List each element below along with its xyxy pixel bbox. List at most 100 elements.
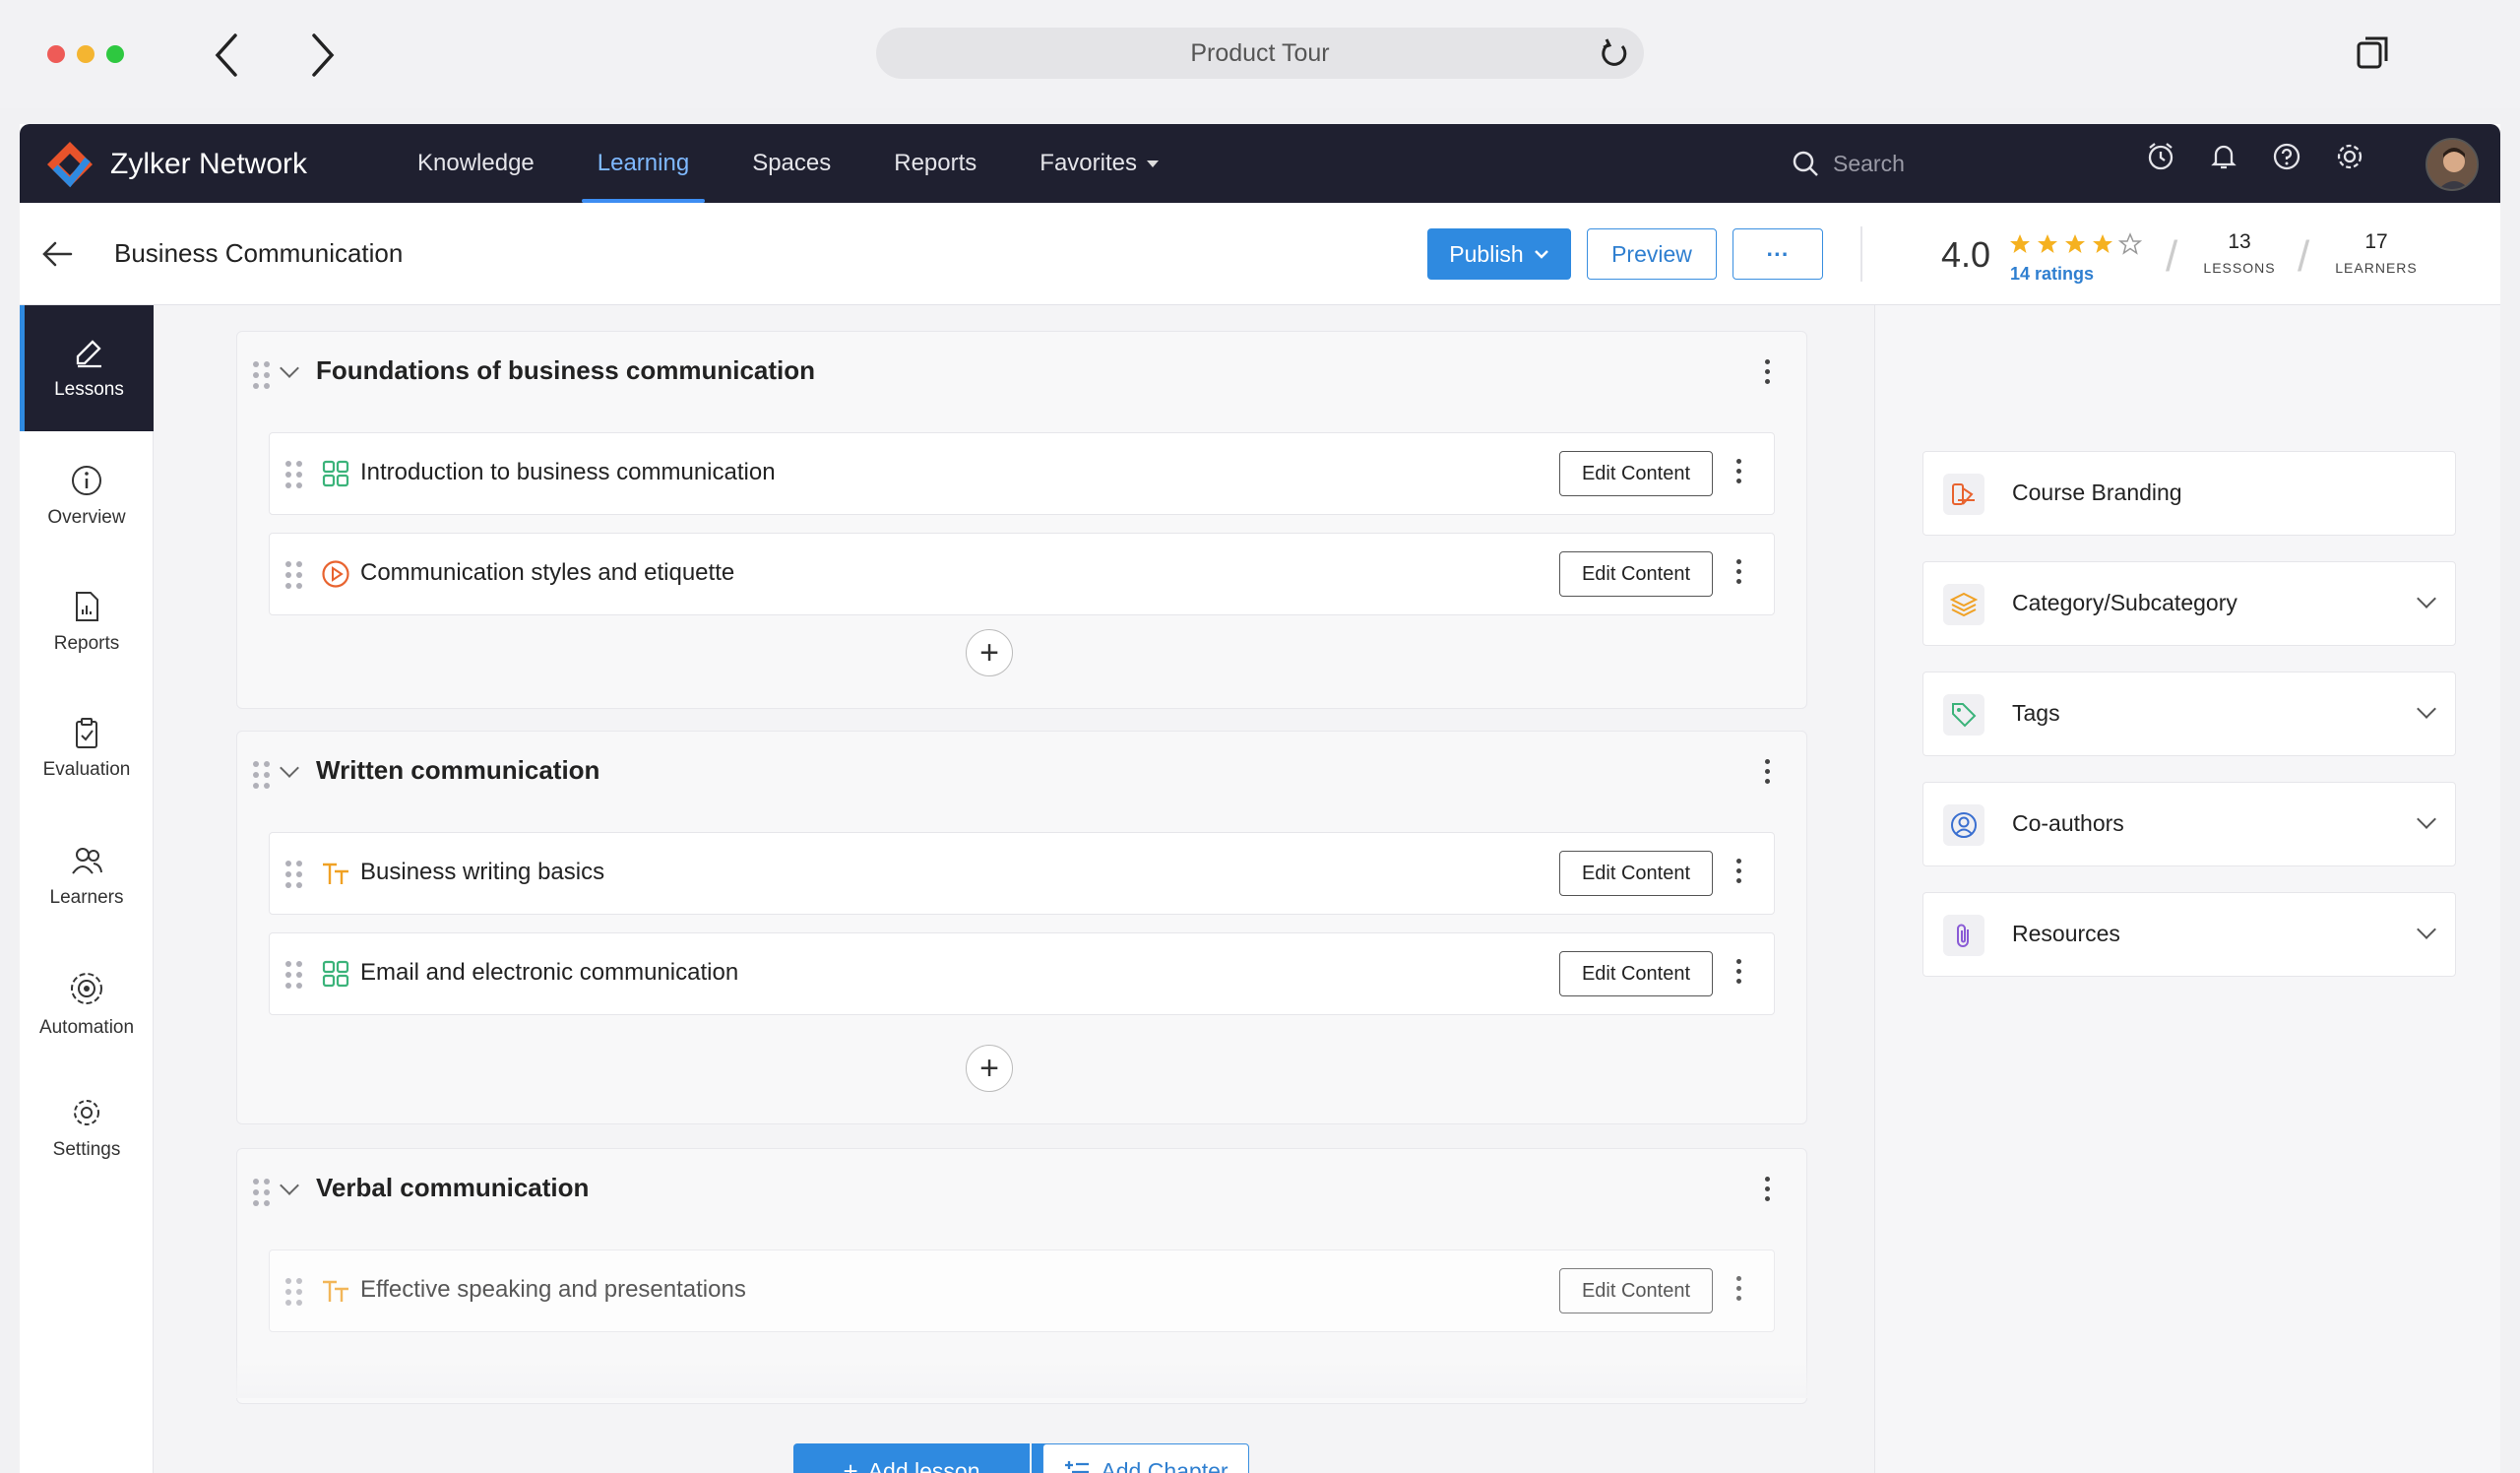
nav-learning[interactable]: Learning — [582, 124, 705, 203]
chapter-title: Foundations of business communication — [316, 355, 815, 386]
sidebar-item-label: Reports — [54, 633, 120, 655]
chapter-header: Foundations of business communication — [237, 332, 1806, 413]
nav-spaces[interactable]: Spaces — [736, 124, 847, 203]
close-window-dot[interactable] — [47, 45, 65, 63]
co-authors-card[interactable]: Co-authors — [1922, 782, 2456, 866]
lesson-kebab-icon[interactable] — [1736, 459, 1741, 483]
drag-handle-icon[interactable] — [285, 461, 302, 488]
sidebar-item-overview[interactable]: Overview — [20, 433, 154, 559]
add-lesson-plus-button[interactable]: + — [966, 1045, 1013, 1092]
sidebar-item-evaluation[interactable]: Evaluation — [20, 685, 154, 811]
chapter-kebab-icon[interactable] — [1765, 1177, 1770, 1201]
collapse-chevron-icon[interactable] — [280, 358, 299, 378]
users-icon — [70, 844, 103, 877]
clipboard-icon — [70, 716, 103, 749]
lesson-kebab-icon[interactable] — [1736, 859, 1741, 883]
category-subcategory-card[interactable]: Category/Subcategory — [1922, 561, 2456, 646]
lesson-title[interactable]: Introduction to business communication — [360, 459, 776, 486]
edit-content-button[interactable]: Edit Content — [1559, 951, 1713, 996]
preview-button[interactable]: Preview — [1587, 228, 1717, 280]
lesson-title[interactable]: Business writing basics — [360, 859, 604, 886]
paperclip-icon — [1943, 915, 1984, 956]
more-options-button[interactable]: ··· — [1732, 228, 1823, 280]
brand[interactable]: Zylker Network — [43, 138, 307, 191]
sidebar-item-learners[interactable]: Learners — [20, 813, 154, 939]
sidebar-item-label: Overview — [47, 507, 125, 529]
search-icon — [1792, 150, 1819, 177]
layers-icon — [1943, 584, 1984, 625]
tabs-overview-icon[interactable] — [2357, 35, 2390, 69]
top-navigation: Zylker Network Knowledge Learning Spaces… — [20, 124, 2500, 203]
chapter-kebab-icon[interactable] — [1765, 759, 1770, 784]
sidebar-item-label: Evaluation — [43, 759, 131, 781]
collapse-chevron-icon[interactable] — [280, 758, 299, 778]
rating-value: 4.0 — [1941, 234, 1990, 276]
back-arrow-icon[interactable] — [41, 240, 73, 268]
sidebar-item-reports[interactable]: Reports — [20, 559, 154, 685]
add-lesson-plus-button[interactable]: + — [966, 629, 1013, 676]
help-icon[interactable] — [2272, 142, 2301, 171]
sidebar-item-lessons[interactable]: Lessons — [20, 305, 154, 431]
settings-gear-icon[interactable] — [2335, 142, 2364, 171]
scroll-fade — [236, 1359, 1807, 1398]
reload-icon[interactable] — [1599, 37, 1630, 69]
edit-content-button[interactable]: Edit Content — [1559, 451, 1713, 496]
tags-card[interactable]: Tags — [1922, 672, 2456, 756]
drag-handle-icon[interactable] — [285, 561, 302, 589]
drag-handle-icon[interactable] — [285, 961, 302, 989]
learners-label: LEARNERS — [2327, 260, 2426, 276]
lesson-row: Business writing basics Edit Content — [269, 832, 1775, 915]
brand-name: Zylker Network — [110, 148, 307, 181]
address-bar[interactable]: Product Tour — [876, 28, 1644, 79]
add-lesson-button[interactable]: + Add lesson — [793, 1443, 1030, 1473]
lesson-title[interactable]: Email and electronic communication — [360, 959, 738, 987]
browser-back-icon[interactable] — [207, 28, 246, 83]
nav-favorites[interactable]: Favorites — [1024, 124, 1174, 203]
automation-icon — [68, 970, 105, 1007]
lesson-kebab-icon[interactable] — [1736, 1276, 1741, 1301]
maximize-window-dot[interactable] — [106, 45, 124, 63]
drag-handle-icon[interactable] — [253, 761, 270, 789]
chapter-header: Verbal communication — [237, 1149, 1806, 1230]
lesson-title[interactable]: Communication styles and etiquette — [360, 559, 734, 587]
panel-item-label: Course Branding — [2012, 480, 2182, 506]
drag-handle-icon[interactable] — [253, 361, 270, 389]
add-chapter-button[interactable]: Add Chapter — [1042, 1443, 1249, 1473]
chapter-kebab-icon[interactable] — [1765, 359, 1770, 384]
bell-icon[interactable] — [2209, 142, 2238, 171]
lesson-row: Introduction to business communication E… — [269, 432, 1775, 515]
sidebar-item-settings[interactable]: Settings — [20, 1065, 154, 1191]
search-box[interactable]: Search — [1792, 144, 2087, 183]
panel-item-label: Co-authors — [2012, 810, 2124, 837]
edit-content-button[interactable]: Edit Content — [1559, 851, 1713, 896]
course-branding-card[interactable]: Course Branding — [1922, 451, 2456, 536]
chevron-down-icon — [2417, 920, 2436, 939]
minimize-window-dot[interactable] — [77, 45, 94, 63]
drag-handle-icon[interactable] — [285, 861, 302, 888]
nav-reports[interactable]: Reports — [878, 124, 992, 203]
sidebar-item-label: Automation — [39, 1017, 134, 1039]
edit-content-button[interactable]: Edit Content — [1559, 1268, 1713, 1313]
course-header: Business Communication Publish Preview ·… — [20, 203, 2500, 305]
browser-forward-icon[interactable] — [303, 28, 343, 83]
drag-handle-icon[interactable] — [253, 1179, 270, 1206]
drag-handle-icon[interactable] — [285, 1278, 302, 1306]
alarm-clock-icon[interactable] — [2146, 142, 2175, 171]
nav-knowledge[interactable]: Knowledge — [402, 124, 550, 203]
star-filled-icon — [2008, 232, 2032, 256]
lesson-title[interactable]: Effective speaking and presentations — [360, 1276, 746, 1304]
user-avatar[interactable] — [2426, 138, 2479, 191]
lesson-kebab-icon[interactable] — [1736, 559, 1741, 584]
collapse-chevron-icon[interactable] — [280, 1176, 299, 1195]
lesson-kebab-icon[interactable] — [1736, 959, 1741, 984]
lessons-stat: 13 LESSONS — [2195, 230, 2284, 276]
gear-icon — [70, 1096, 103, 1129]
sidebar-item-label: Lessons — [54, 379, 124, 401]
main-menu: Knowledge Learning Spaces Reports Favori… — [402, 124, 1206, 203]
sidebar-item-automation[interactable]: Automation — [20, 941, 154, 1067]
ratings-count-link[interactable]: 14 ratings — [2010, 264, 2094, 285]
chevron-down-icon — [2417, 589, 2436, 608]
edit-content-button[interactable]: Edit Content — [1559, 551, 1713, 597]
resources-card[interactable]: Resources — [1922, 892, 2456, 977]
publish-button[interactable]: Publish — [1427, 228, 1571, 280]
